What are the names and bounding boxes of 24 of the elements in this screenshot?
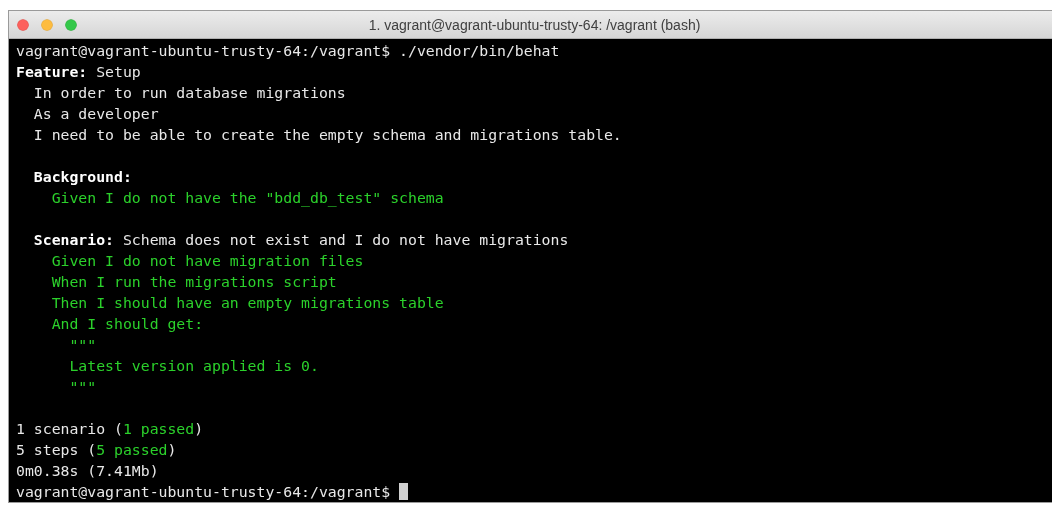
terminal-line: In order to run database migrations <box>32 83 347 103</box>
terminal-line: vagrant@vagrant-ubuntu-trusty-64:/vagrant$ ./vendor/bin/behat <box>16 41 561 61</box>
terminal-line: 1 scenario (1 passed) <box>16 419 205 439</box>
terminal-line: vagrant@vagrant-ubuntu-trusty-64:/vagrant$ <box>16 481 1052 502</box>
terminal-line: I need to be able to create the empty schema and migrations table. <box>32 125 623 145</box>
terminal-line: And I should get: <box>50 314 205 334</box>
terminal-line: Latest version applied is 0. <box>68 356 320 376</box>
terminal-line: Then I should have an empty migrations table <box>50 293 445 313</box>
window-title: 1. vagrant@vagrant-ubuntu-trusty-64: /vagrant (bash) <box>367 16 702 33</box>
terminal-line: Given I do not have migration files <box>50 251 365 271</box>
terminal-line: When I run the migrations script <box>50 272 338 292</box>
terminal-line: 0m0.38s (7.41Mb) <box>16 461 160 481</box>
text-cursor <box>399 483 409 500</box>
terminal-line: 5 steps (5 passed) <box>16 440 178 460</box>
terminal-line: Background: <box>32 167 133 187</box>
minimize-button[interactable] <box>41 18 53 31</box>
terminal-line: Given I do not have the "bdd_db_test" schema <box>50 188 445 208</box>
close-button[interactable] <box>17 18 29 31</box>
terminal-line: """ <box>68 377 98 397</box>
terminal-line: Feature: Setup <box>16 62 142 82</box>
terminal-line: """ <box>68 335 98 355</box>
maximize-button[interactable] <box>65 18 77 31</box>
terminal-line: Scenario: Schema does not exist and I do not have migrations <box>32 230 570 250</box>
terminal-line: As a developer <box>32 104 160 124</box>
